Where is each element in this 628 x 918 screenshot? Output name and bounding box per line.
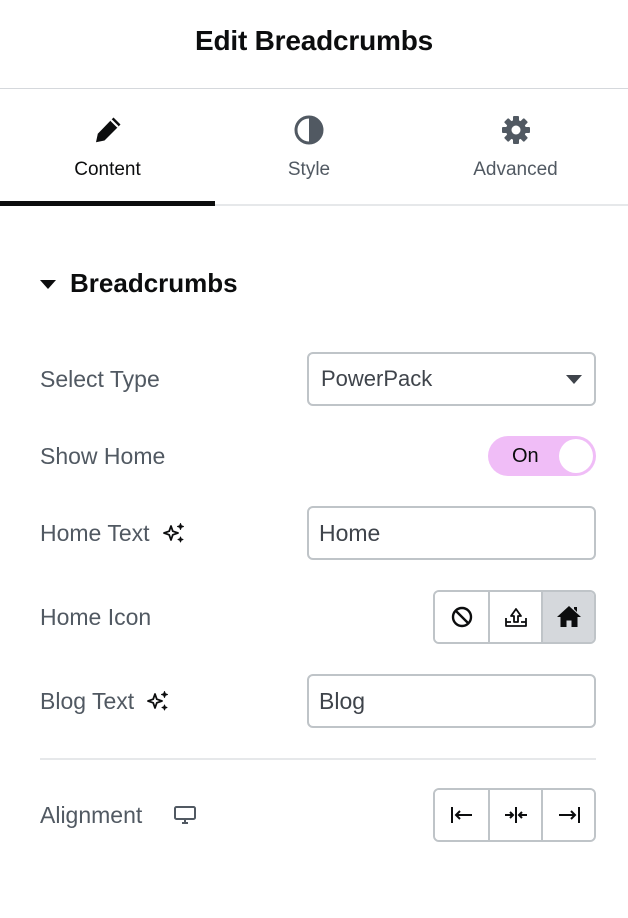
- toggle-knob: [559, 439, 593, 473]
- show-home-toggle[interactable]: On: [488, 436, 596, 476]
- align-center-button[interactable]: [488, 790, 541, 840]
- home-text-input[interactable]: [309, 508, 594, 558]
- align-left-icon: [449, 802, 475, 828]
- row-show-home: Show Home On: [40, 436, 596, 476]
- toggle-state-label: On: [512, 444, 539, 467]
- home-icon-choices: [433, 590, 596, 644]
- section-toggle-breadcrumbs[interactable]: Breadcrumbs: [40, 268, 238, 299]
- blog-text-label: Blog Text: [40, 687, 135, 714]
- blog-text-field: [307, 674, 596, 728]
- panel-header: Edit Breadcrumbs: [0, 0, 628, 89]
- panel-title: Edit Breadcrumbs: [195, 25, 433, 56]
- align-center-icon: [503, 802, 529, 828]
- ai-sparkle-icon[interactable]: [162, 521, 186, 545]
- section-title: Breadcrumbs: [70, 268, 238, 298]
- align-left-button[interactable]: [435, 790, 488, 840]
- home-icon-label: Home Icon: [40, 603, 152, 630]
- alignment-label: Alignment: [40, 801, 143, 828]
- tab-style[interactable]: Style: [215, 89, 403, 204]
- tab-advanced[interactable]: Advanced: [403, 89, 628, 204]
- blog-text-input[interactable]: [309, 676, 594, 726]
- select-type-label: Select Type: [40, 365, 160, 392]
- ai-sparkle-icon[interactable]: [146, 689, 170, 713]
- row-select-type: Select Type PowerPack: [40, 352, 596, 406]
- select-type-dropdown[interactable]: PowerPack: [307, 352, 596, 406]
- tab-bar: Content Style Advanced: [0, 89, 628, 206]
- row-alignment: Alignment: [40, 788, 596, 842]
- desktop-icon[interactable]: [173, 805, 197, 825]
- row-blog-text: Blog Text: [40, 674, 596, 728]
- caret-down-icon: [566, 374, 582, 384]
- caret-down-icon: [40, 279, 56, 289]
- home-text-label: Home Text: [40, 519, 150, 546]
- show-home-label: Show Home: [40, 442, 166, 469]
- tab-label: Style: [287, 159, 331, 180]
- tab-label: Content: [74, 159, 141, 180]
- section-divider: [40, 758, 596, 760]
- upload-icon: [503, 604, 529, 630]
- tab-content[interactable]: Content: [0, 89, 215, 206]
- none-icon: [449, 604, 475, 630]
- home-icon-none-button[interactable]: [435, 592, 488, 642]
- row-home-icon: Home Icon: [40, 590, 596, 644]
- half-circle-icon: [293, 114, 325, 146]
- home-icon: [556, 604, 582, 630]
- pencil-icon: [92, 114, 124, 146]
- tab-label: Advanced: [473, 159, 558, 180]
- home-text-field: [307, 506, 596, 560]
- gear-icon: [500, 114, 532, 146]
- align-right-button[interactable]: [541, 790, 594, 840]
- alignment-choices: [433, 788, 596, 842]
- align-right-icon: [556, 802, 582, 828]
- home-icon-upload-button[interactable]: [488, 592, 541, 642]
- select-type-value: PowerPack: [321, 366, 433, 391]
- home-icon-home-button[interactable]: [541, 592, 594, 642]
- row-home-text: Home Text: [40, 506, 596, 560]
